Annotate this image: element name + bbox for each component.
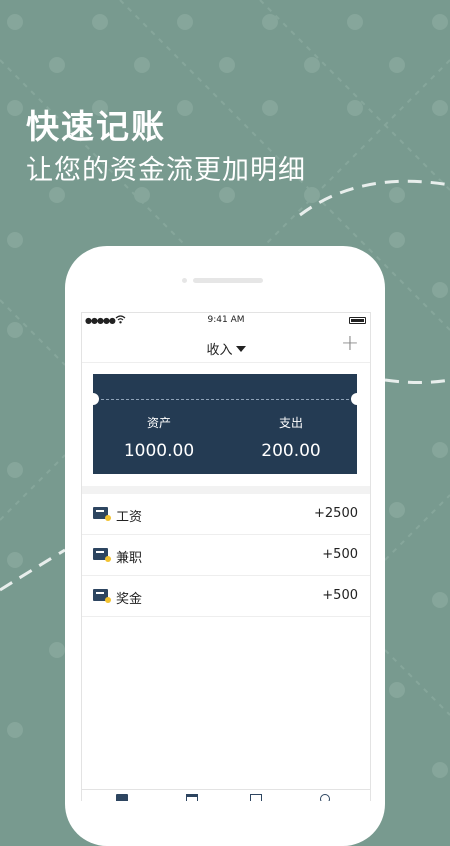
section-divider: [82, 486, 370, 494]
list-item[interactable]: 工资 +2500: [82, 494, 370, 535]
expense-stat: 支出 200.00: [225, 414, 357, 461]
phone-speaker: [193, 278, 263, 283]
nav-title-label: 收入: [206, 343, 233, 358]
phone-camera: [182, 278, 187, 283]
expense-value: 200.00: [261, 441, 321, 461]
assets-label: 资产: [146, 416, 171, 430]
status-time: 9:41 AM: [207, 315, 245, 325]
list-item[interactable]: 奖金 +500: [82, 576, 370, 617]
promo-subline: 让您的资金流更加明细: [26, 155, 306, 186]
item-amount: +2500: [314, 506, 358, 521]
item-amount: +500: [322, 547, 358, 562]
card-notch-left: [87, 393, 99, 405]
nav-bar: 收入 +: [82, 328, 370, 363]
card-dashed-divider: [101, 399, 349, 400]
add-button[interactable]: +: [340, 333, 360, 355]
app-screen: ●●●●● 9:41 AM 收入 + 资产 1000.00 支出 200.00: [81, 312, 371, 801]
battery-icon: [349, 317, 366, 324]
assets-stat: 资产 1000.00: [93, 414, 225, 461]
summary-card: 资产 1000.00 支出 200.00: [87, 374, 363, 474]
category-dropdown[interactable]: 收入: [82, 339, 370, 358]
item-name: 奖金: [116, 592, 143, 607]
wallet-icon: [93, 507, 111, 521]
item-name: 工资: [116, 510, 143, 525]
tab-bar: [82, 789, 370, 801]
assets-value: 1000.00: [123, 441, 195, 461]
item-name: 兼职: [116, 551, 143, 566]
promo-headline: 快速记账: [26, 107, 166, 146]
item-amount: +500: [322, 588, 358, 603]
caret-down-icon: [235, 346, 246, 352]
income-list: 工资 +2500 兼职 +500 奖金 +500: [82, 494, 370, 617]
expense-label: 支出: [278, 416, 303, 430]
status-bar: ●●●●● 9:41 AM: [82, 313, 370, 328]
list-item[interactable]: 兼职 +500: [82, 535, 370, 576]
wallet-icon: [93, 589, 111, 603]
wallet-icon: [93, 548, 111, 562]
card-notch-right: [351, 393, 363, 405]
